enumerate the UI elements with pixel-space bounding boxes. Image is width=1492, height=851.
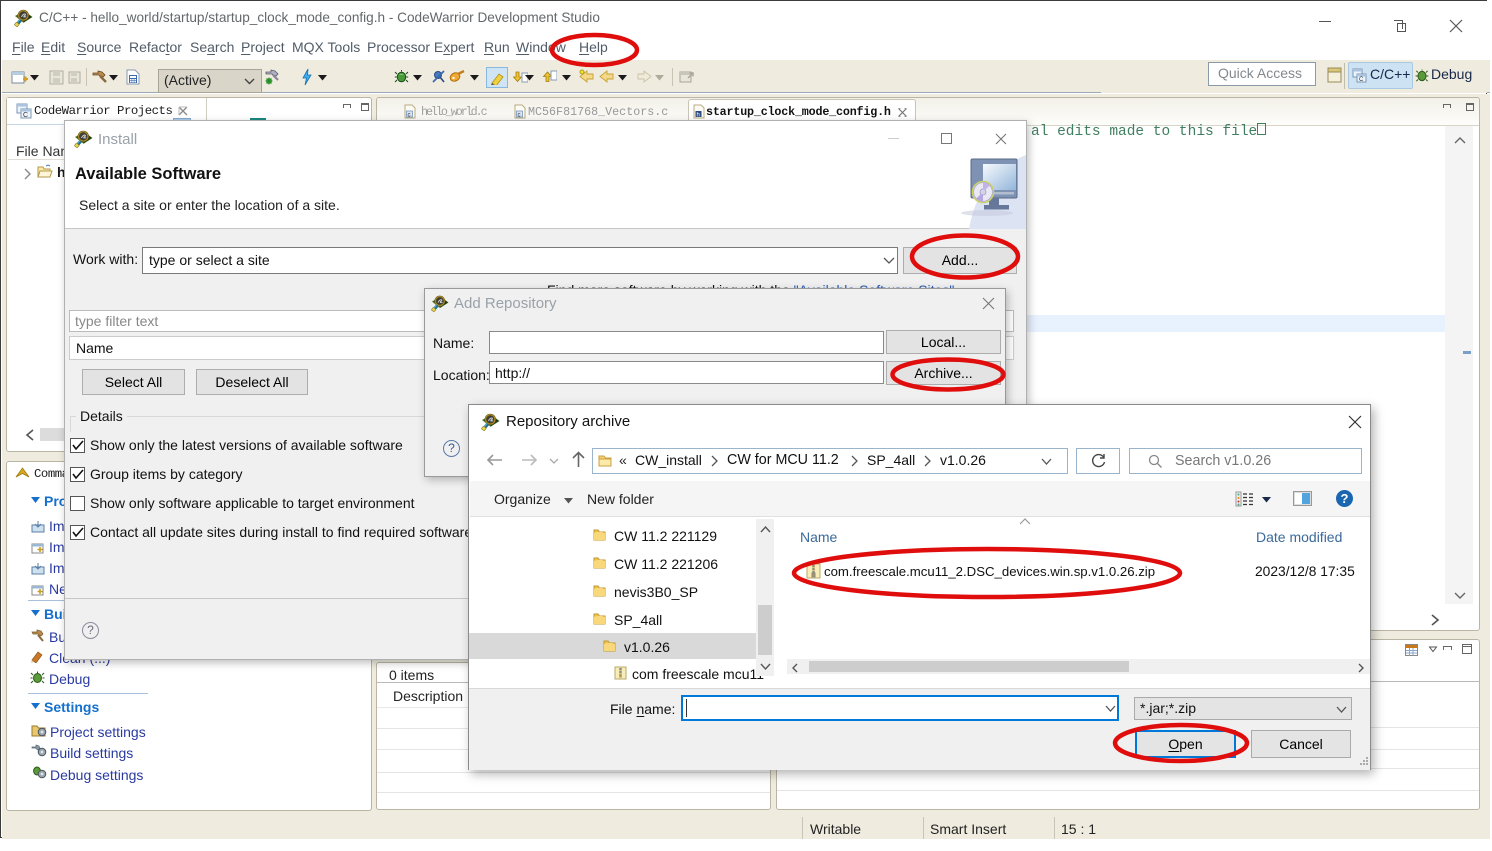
svg-text:h: h [697,113,700,119]
svg-text:C: C [23,112,28,119]
svg-text:c: c [408,113,411,119]
svg-text:c: c [518,113,521,119]
svg-text:C: C [1359,77,1364,83]
